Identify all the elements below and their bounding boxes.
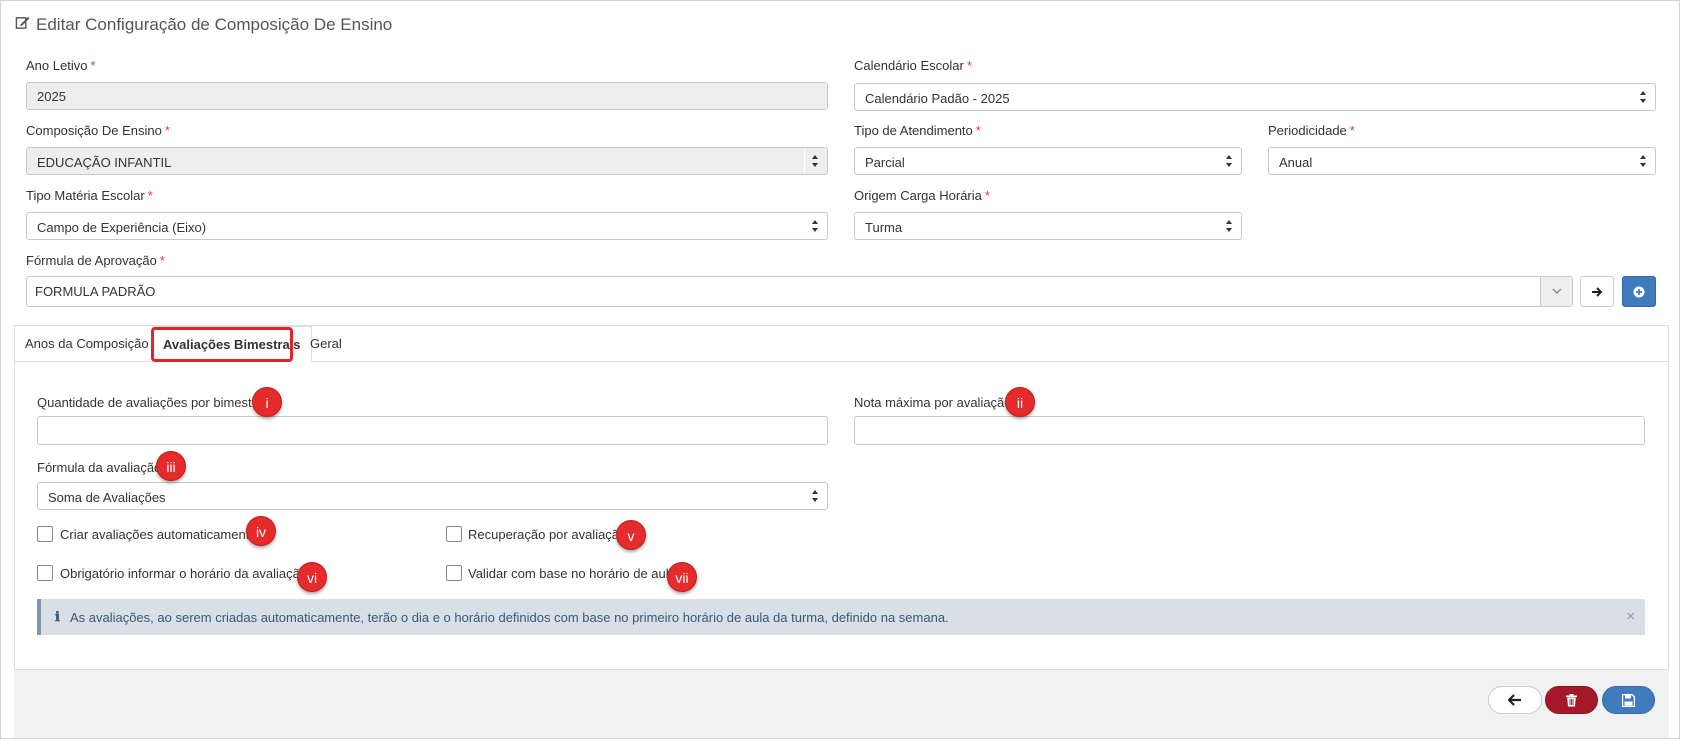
- marker-iv: iv: [246, 516, 276, 546]
- select-arrows-icon: [1640, 91, 1646, 103]
- arrow-left-icon: [1508, 694, 1521, 706]
- periodicidade-label: Periodicidade *: [1268, 123, 1355, 138]
- info-icon: ℹ: [55, 609, 60, 625]
- recuperacao-label: Recuperação por avaliação: [468, 527, 627, 542]
- obrigatorio-horario-checkbox[interactable]: [37, 565, 53, 581]
- periodicidade-value: Anual: [1279, 155, 1313, 170]
- formula-avaliacao-select[interactable]: Soma de Avaliações: [37, 482, 828, 510]
- recuperacao-checkbox[interactable]: [446, 526, 462, 542]
- formula-avaliacao-label: Fórmula da avaliação: [37, 460, 162, 475]
- tipo-atendimento-label: Tipo de Atendimento *: [854, 123, 981, 138]
- marker-ii: ii: [1005, 387, 1035, 417]
- calendario-label: Calendário Escolar *: [854, 58, 972, 73]
- origem-carga-select[interactable]: Turma: [854, 212, 1242, 240]
- tipo-atendimento-select[interactable]: Parcial: [854, 147, 1242, 175]
- composicao-select[interactable]: EDUCAÇÃO INFANTIL: [26, 147, 828, 175]
- dropdown-toggle[interactable]: [1540, 277, 1572, 306]
- go-formula-button[interactable]: [1580, 276, 1614, 307]
- composicao-value: EDUCAÇÃO INFANTIL: [37, 155, 172, 170]
- select-arrows-icon: [812, 220, 818, 232]
- origem-carga-value: Turma: [865, 220, 903, 235]
- formula-aprovacao-label: Fórmula de Aprovação *: [26, 253, 165, 268]
- marker-vii: vii: [667, 562, 697, 592]
- select-divider: [804, 148, 805, 174]
- quantidade-label: Quantidade de avaliações por bimestre: [37, 395, 264, 410]
- formula-aprovacao-select[interactable]: FORMULA PADRÃO: [26, 276, 1573, 307]
- tipo-materia-select[interactable]: Campo de Experiência (Eixo): [26, 212, 828, 240]
- origem-carga-label: Origem Carga Horária *: [854, 188, 990, 203]
- tipo-atendimento-value: Parcial: [865, 155, 905, 170]
- nota-maxima-label: Nota máxima por avaliação: [854, 395, 1012, 410]
- ano-letivo-label: Ano Letivo *: [26, 58, 96, 73]
- calendario-value: Calendário Padão - 2025: [865, 91, 1010, 106]
- save-button[interactable]: [1602, 686, 1655, 714]
- select-arrows-icon: [1226, 220, 1232, 232]
- back-button[interactable]: [1488, 686, 1542, 714]
- quantidade-input[interactable]: [37, 416, 828, 445]
- tab-anos-composicao[interactable]: Anos da Composição: [15, 326, 159, 362]
- add-formula-button[interactable]: [1622, 276, 1656, 307]
- delete-button[interactable]: [1545, 686, 1598, 714]
- plus-circle-icon: [1633, 286, 1645, 297]
- page-title: Editar Configuração de Composição De Ens…: [15, 15, 392, 35]
- marker-iii: iii: [156, 451, 186, 481]
- page-title-text: Editar Configuração de Composição De Ens…: [36, 15, 393, 34]
- marker-i: i: [252, 387, 282, 417]
- periodicidade-select[interactable]: Anual: [1268, 147, 1656, 175]
- save-icon: [1622, 693, 1635, 707]
- formula-avaliacao-value: Soma de Avaliações: [48, 490, 166, 505]
- alert-text: As avaliações, ao serem criadas automati…: [69, 609, 949, 625]
- marker-vi: vi: [297, 562, 327, 592]
- chevron-down-icon: [1551, 288, 1562, 295]
- footer-bar: [14, 669, 1669, 738]
- select-arrows-icon: [812, 155, 818, 167]
- tipo-materia-label: Tipo Matéria Escolar *: [26, 188, 153, 203]
- composicao-label: Composição De Ensino *: [26, 123, 170, 138]
- obrigatorio-horario-label: Obrigatório informar o horário da avalia…: [60, 566, 308, 581]
- criar-automaticamente-checkbox[interactable]: [37, 526, 53, 542]
- close-icon[interactable]: ×: [1626, 608, 1635, 625]
- select-arrows-icon: [1226, 155, 1232, 167]
- arrow-right-icon: [1592, 286, 1603, 297]
- nota-maxima-input[interactable]: [854, 416, 1645, 445]
- edit-icon: [15, 15, 30, 35]
- tab-geral[interactable]: Geral: [300, 326, 352, 362]
- tab-highlight-box: [151, 327, 293, 362]
- marker-v: v: [616, 520, 646, 550]
- validar-horario-label: Validar com base no horário de aula: [468, 566, 676, 581]
- criar-automaticamente-label: Criar avaliações automaticamente: [60, 527, 257, 542]
- validar-horario-checkbox[interactable]: [446, 565, 462, 581]
- select-arrows-icon: [812, 490, 818, 502]
- select-arrows-icon: [1640, 155, 1646, 167]
- formula-aprovacao-value: FORMULA PADRÃO: [35, 284, 156, 299]
- trash-icon: [1566, 693, 1577, 706]
- tipo-materia-value: Campo de Experiência (Eixo): [37, 220, 207, 235]
- calendario-select[interactable]: Calendário Padão - 2025: [854, 83, 1656, 111]
- ano-letivo-field[interactable]: 2025: [26, 82, 828, 110]
- ano-letivo-value: 2025: [37, 88, 66, 104]
- page-frame: Editar Configuração de Composição De Ens…: [0, 0, 1680, 739]
- info-alert: ℹ As avaliações, ao serem criadas automa…: [37, 599, 1645, 635]
